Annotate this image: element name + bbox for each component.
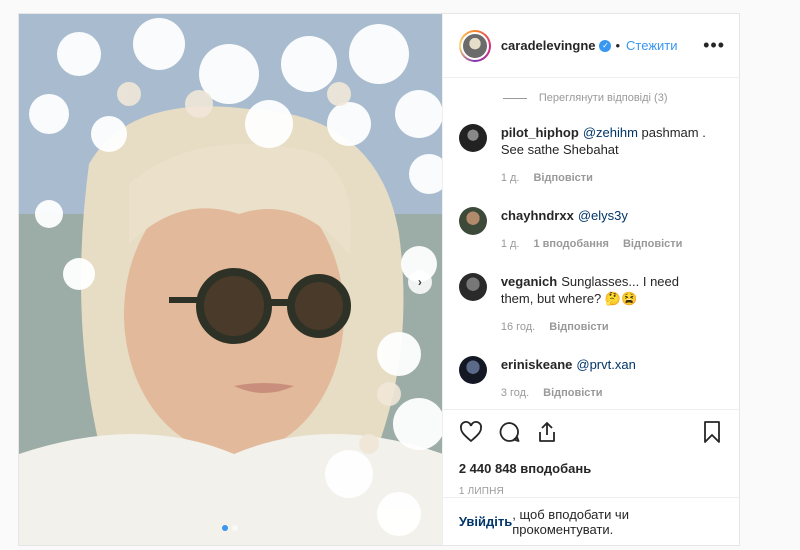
comment-avatar[interactable] bbox=[458, 273, 487, 301]
comment-item: chayhndrxx @elys3y 1 д. 1 вподобання Відп… bbox=[458, 207, 723, 253]
view-replies-label: Переглянути відповіді (3) bbox=[538, 92, 668, 104]
reply-button[interactable]: Відповісти bbox=[623, 236, 682, 253]
comment-mention[interactable]: @prvt.xan bbox=[576, 357, 635, 372]
comment-username[interactable]: chayhndrxx bbox=[501, 208, 574, 223]
comment-time[interactable]: 1 д. bbox=[501, 236, 520, 253]
verified-badge-icon: ✓ bbox=[599, 39, 612, 52]
heart-icon[interactable] bbox=[459, 420, 483, 447]
comment-mention[interactable]: @zehihm bbox=[583, 125, 638, 140]
login-prompt-text: , щоб вподобати чи прокоментувати. bbox=[512, 506, 629, 537]
more-options-icon[interactable]: ••• bbox=[703, 35, 725, 56]
reply-button[interactable]: Відповісти bbox=[549, 319, 608, 336]
comment-item: pilot_hiphop @zehihm pashmam . See sathe … bbox=[458, 124, 723, 187]
login-link[interactable]: Увійдіть bbox=[459, 514, 512, 529]
action-icons bbox=[459, 420, 723, 447]
avatar[interactable] bbox=[458, 29, 491, 62]
chevron-right-icon: › bbox=[417, 275, 422, 289]
carousel-dot bbox=[222, 525, 229, 531]
comment-time[interactable]: 1 д. bbox=[501, 170, 520, 187]
comment-mention[interactable]: @elys3y bbox=[578, 208, 628, 223]
post-header: caradelevingne ✓ • Стежити ••• bbox=[442, 14, 739, 78]
comment-avatar[interactable] bbox=[458, 207, 487, 235]
divider-line bbox=[502, 97, 527, 99]
comment-username[interactable]: veganich bbox=[501, 274, 557, 289]
bookmark-icon[interactable] bbox=[701, 420, 723, 447]
reply-button[interactable]: Відповісти bbox=[543, 385, 602, 402]
post-actions: 2 440 848 вподобань 1 липня bbox=[442, 409, 739, 497]
separator-dot: • bbox=[615, 38, 621, 53]
carousel-indicator bbox=[19, 525, 442, 531]
photo-illustration bbox=[19, 14, 442, 545]
comment-time[interactable]: 3 год. bbox=[501, 385, 529, 402]
login-prompt: Увійдіть , щоб вподобати чи прокоментува… bbox=[442, 497, 739, 545]
comment-username[interactable]: eriniskeane bbox=[501, 357, 573, 372]
comment-item: eriniskeane @prvt.xan 3 год. Відповісти bbox=[458, 356, 723, 402]
post-photo[interactable]: › bbox=[19, 14, 442, 545]
share-icon[interactable] bbox=[535, 420, 559, 447]
post-username[interactable]: caradelevingne bbox=[501, 38, 596, 53]
comment-avatar[interactable] bbox=[458, 356, 487, 384]
post-sidebar: caradelevingne ✓ • Стежити ••• Перегляну… bbox=[441, 14, 739, 545]
comment-time[interactable]: 16 год. bbox=[501, 319, 535, 336]
reply-button[interactable]: Відповісти bbox=[533, 170, 592, 187]
likes-count[interactable]: 2 440 848 вподобань bbox=[459, 461, 723, 476]
next-slide-button[interactable]: › bbox=[407, 270, 432, 294]
comment-likes[interactable]: 1 вподобання bbox=[533, 236, 608, 253]
carousel-dot bbox=[232, 525, 239, 531]
comment-icon[interactable] bbox=[497, 420, 521, 447]
post-date[interactable]: 1 липня bbox=[459, 486, 723, 497]
follow-button[interactable]: Стежити bbox=[626, 38, 677, 53]
view-replies-button[interactable]: Переглянути відповіді (3) bbox=[502, 92, 723, 104]
comments-list: Переглянути відповіді (3) pilot_hiphop @z… bbox=[443, 78, 739, 409]
instagram-post: › caradelevingne ✓ • Стежити ••• Перегля… bbox=[18, 13, 740, 546]
comment-username[interactable]: pilot_hiphop bbox=[501, 125, 579, 140]
comment-avatar[interactable] bbox=[458, 124, 487, 152]
comment-item: veganich Sunglasses... I need them, but w… bbox=[458, 273, 723, 336]
